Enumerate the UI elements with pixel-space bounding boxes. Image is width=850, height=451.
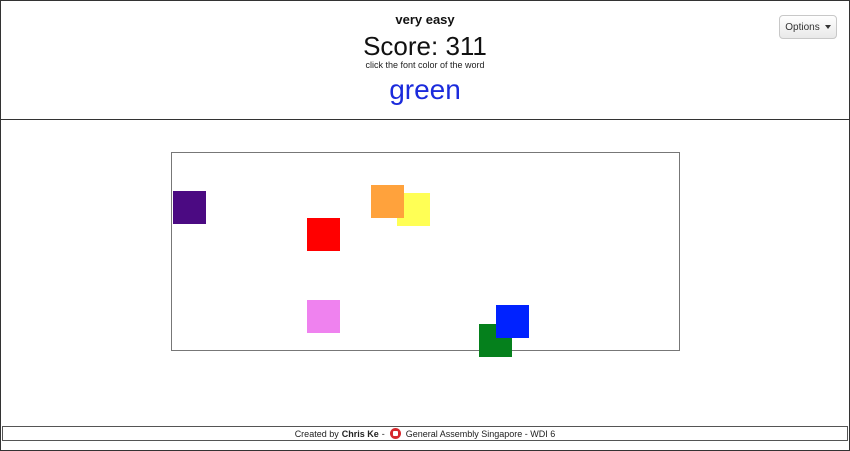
footer-created-by: Created by: [294, 428, 339, 439]
tile-pink[interactable]: [307, 300, 340, 333]
game-page: very easy Score: 311 click the font colo…: [0, 0, 850, 451]
game-board: [171, 152, 680, 357]
score-display: Score: 311: [363, 31, 487, 61]
game-header: very easy Score: 311 click the font colo…: [0, 0, 850, 120]
general-assembly-logo-icon: [389, 428, 401, 439]
footer-separator: -: [381, 428, 385, 439]
footer-author-link[interactable]: Chris Ke: [342, 429, 379, 439]
tile-orange[interactable]: [371, 185, 404, 218]
site-footer: Created by Chris Ke - General Assembly S…: [2, 426, 848, 441]
tile-red[interactable]: [307, 218, 340, 251]
color-word: green: [389, 74, 461, 105]
options-dropdown-button[interactable]: Options: [779, 15, 837, 39]
caret-down-icon: [824, 25, 831, 29]
options-button-label: Options: [785, 21, 820, 33]
tile-purple[interactable]: [173, 191, 206, 224]
tile-blue[interactable]: [496, 305, 529, 338]
difficulty-label: very easy: [395, 12, 455, 27]
instruction-text: click the font color of the word: [365, 60, 485, 70]
footer-org-text: General Assembly Singapore - WDI 6: [405, 428, 556, 439]
